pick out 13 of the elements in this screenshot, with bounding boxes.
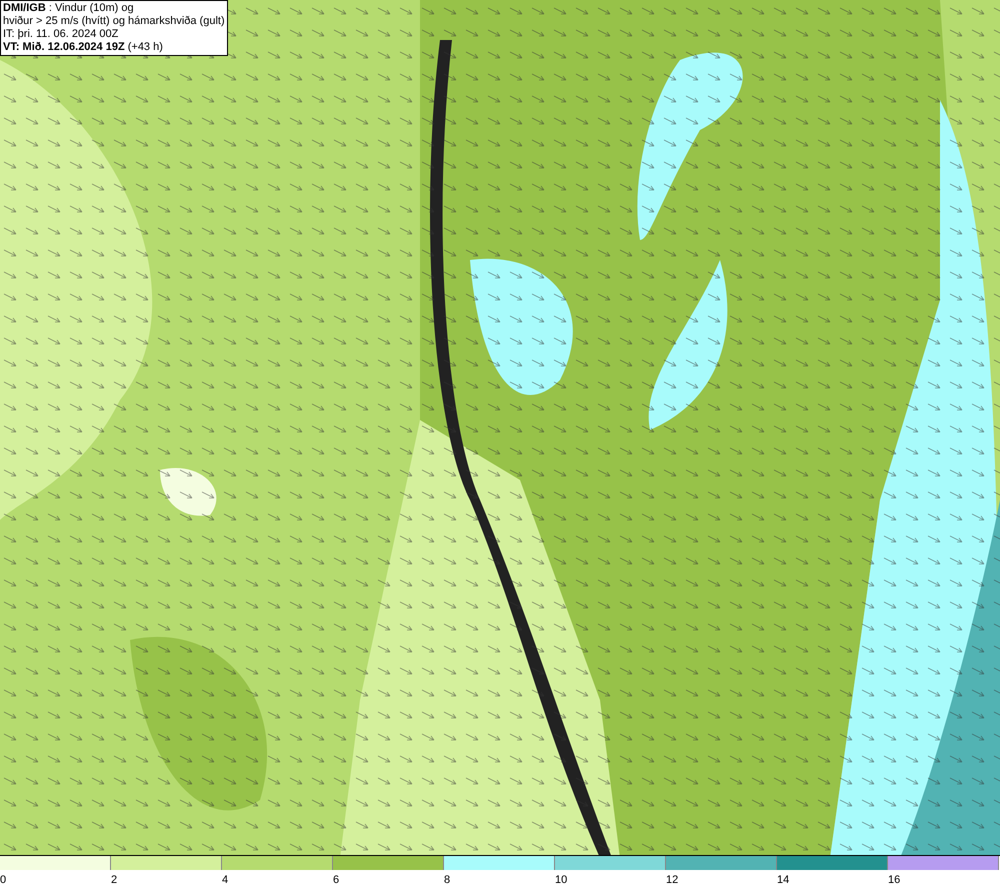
legend-label: 8 bbox=[444, 874, 450, 886]
legend-label: 12 bbox=[666, 874, 678, 886]
legend-label: 16 bbox=[888, 874, 900, 886]
legend-label: 6 bbox=[333, 874, 340, 886]
info-text-line: hviður > 25 m/s (hvítt) og hámarkshviða (gult) bbox=[3, 15, 225, 28]
legend-label: 10 bbox=[555, 874, 568, 886]
legend-label: 4 bbox=[222, 874, 228, 886]
legend-label: 0 bbox=[0, 874, 6, 886]
legend-label: 2 bbox=[111, 874, 118, 886]
info-text-line: VT: Mið. 12.06.2024 19Z (+43 h) bbox=[3, 41, 164, 54]
legend-label: 14 bbox=[777, 874, 790, 886]
info-text-line: IT: þri. 11. 06. 2024 00Z bbox=[3, 28, 120, 41]
info-text-line: DMI/IGB : Vindur (10m) og bbox=[3, 2, 135, 15]
